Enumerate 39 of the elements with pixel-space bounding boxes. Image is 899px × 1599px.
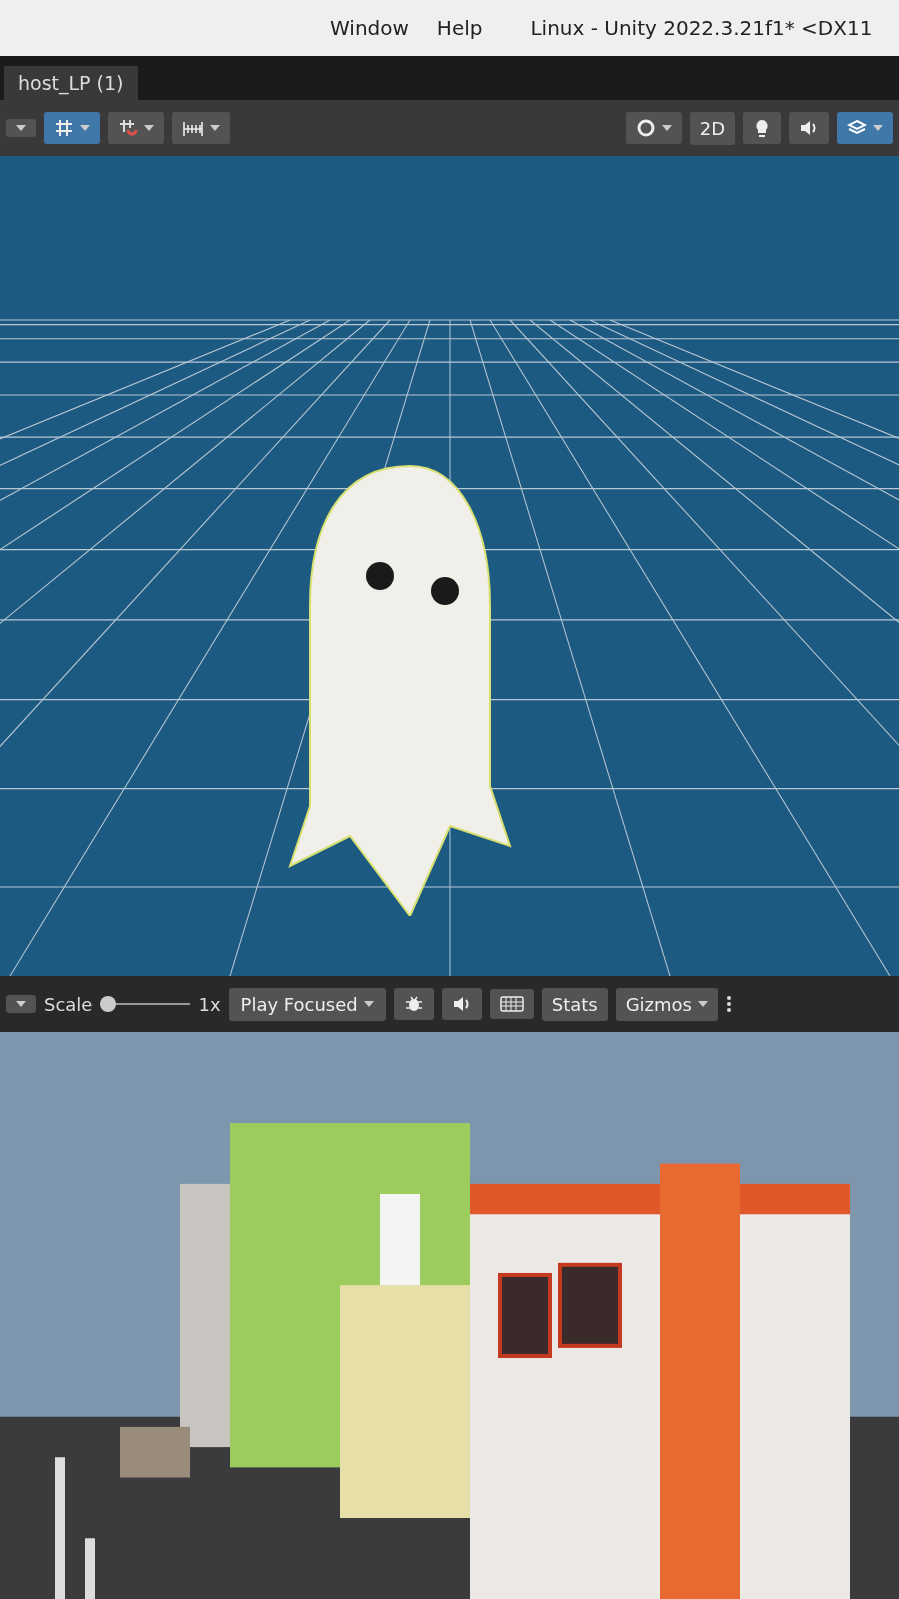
caret-icon [16,1001,26,1007]
audio-button[interactable] [789,112,829,144]
caret-icon [661,125,672,131]
dropdown-button[interactable] [6,119,36,137]
mode2d-button[interactable]: 2D [689,111,735,145]
ruler-button[interactable] [172,112,230,144]
light-bulb-icon [753,118,771,138]
bug-button[interactable] [393,988,434,1020]
window-title: Linux - Unity 2022.3.21f1* <DX11 [530,16,873,40]
gizmos-button[interactable]: Gizmos [615,987,718,1021]
lighting-button[interactable] [743,112,781,144]
menu-item[interactable]: Window [330,16,409,40]
keyboard-icon [499,995,524,1013]
keyboard-button[interactable] [489,989,534,1019]
shading-button[interactable] [625,112,682,144]
caret-icon [210,125,220,131]
dropdown-button[interactable] [6,995,36,1013]
effects-button[interactable] [837,112,893,144]
sphere-icon [635,118,656,138]
grid-button[interactable] [44,112,100,144]
play-mode-dropdown[interactable]: Play Focused [228,987,386,1021]
scale-reading: 1x [198,993,221,1015]
magnet-grid-icon [118,118,138,138]
caret-icon [698,1001,708,1007]
caret-icon [144,125,154,131]
snap-button[interactable] [108,112,164,144]
caret-icon [363,1001,374,1007]
caret-icon [873,125,883,131]
menu-item[interactable]: Help [436,16,483,40]
scene-tab[interactable]: host_LP (1) [4,66,138,100]
grid-icon [54,118,74,138]
caret-icon [80,125,90,131]
caret-icon [16,125,26,131]
audio-button[interactable] [441,988,482,1020]
more-icon[interactable] [726,994,732,1014]
stats-button[interactable]: Stats [541,987,608,1021]
scale-label: Scale [44,993,93,1015]
bug-icon [403,994,424,1014]
scale-slider[interactable] [100,996,191,1012]
